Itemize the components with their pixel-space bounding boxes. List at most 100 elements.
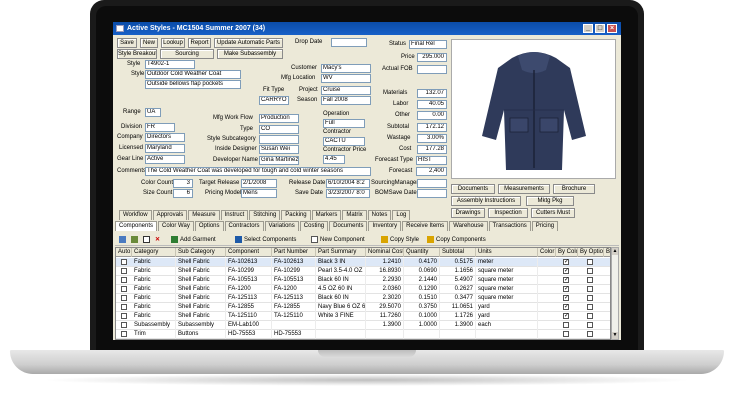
customer-field[interactable]: Macy's [321, 64, 371, 73]
cell-units[interactable]: each [476, 321, 538, 330]
tab-markers[interactable]: Markers [311, 210, 342, 220]
tab-instruct[interactable]: Instruct [220, 210, 249, 220]
tab-contractors[interactable]: Contractors [224, 221, 264, 231]
auto-checkbox[interactable] [121, 286, 127, 292]
col-by-option[interactable]: By Option [578, 248, 604, 257]
make-subassembly-button[interactable]: Make Subassembly [217, 49, 283, 59]
cell-units[interactable]: square meter [476, 285, 538, 294]
size-count-field[interactable]: 6 [173, 189, 193, 198]
col-quantity[interactable]: Quantity [404, 248, 440, 257]
by-option-checkbox[interactable] [587, 286, 593, 292]
gear-line-field[interactable]: Active [145, 155, 185, 164]
release-date-field[interactable]: 6/10/2004 8:2 [326, 179, 370, 188]
delete-icon[interactable]: ✕ [155, 235, 160, 245]
cell-sub-category[interactable]: Shell Fabric [176, 276, 226, 285]
cell-quantity[interactable]: 0.1290 [404, 285, 440, 294]
report-button[interactable]: Report [188, 38, 211, 48]
cell-component[interactable]: FA-102613 [226, 258, 272, 267]
cell-sub-category[interactable]: Shell Fabric [176, 285, 226, 294]
by-color-checkbox[interactable]: ✓ [563, 259, 569, 265]
table-row[interactable]: Fabric Shell Fabric FA-102613 FA-102613 Blac… [116, 258, 610, 267]
table-row[interactable]: Fabric Shell Fabric FA-105513 FA-105513 Blac… [116, 276, 610, 285]
auto-checkbox[interactable] [121, 295, 127, 301]
forecast-type-field[interactable]: HIST [416, 156, 447, 165]
cell-units[interactable]: yard [476, 312, 538, 321]
company-field[interactable]: Directors [145, 133, 185, 142]
cell-part-number[interactable]: TA-125110 [272, 312, 316, 321]
cost-field[interactable]: 177.28 [417, 145, 447, 154]
cell-units[interactable]: square meter [476, 276, 538, 285]
price-field[interactable]: 295.000 [417, 53, 447, 62]
cell-part-summary[interactable] [316, 321, 366, 330]
cell-part-summary[interactable]: White 3 FINE [316, 312, 366, 321]
tab-options[interactable]: Options [194, 221, 224, 231]
cell-nominal-cost[interactable]: 16.8930 [366, 267, 404, 276]
status-field[interactable]: Final Rel [409, 40, 447, 49]
cell-subtotal[interactable]: 1.1656 [440, 267, 476, 276]
mfg-work-flow-field[interactable]: Production [259, 114, 299, 123]
cell-component[interactable]: FA-12855 [226, 303, 272, 312]
cell-quantity[interactable]: 0.0690 [404, 267, 440, 276]
select-components-button[interactable]: Select Components [235, 235, 296, 245]
style-subcategory-field[interactable] [259, 135, 299, 144]
cell-nominal-cost[interactable]: 2.3020 [366, 294, 404, 303]
cell-units[interactable]: yard [476, 303, 538, 312]
cell-subtotal[interactable]: 5.4907 [440, 276, 476, 285]
scroll-down-icon[interactable]: ▼ [612, 332, 618, 339]
save-button[interactable]: Save [117, 38, 137, 48]
table-row[interactable]: Fabric Shell Fabric FA-1200 FA-1200 4.5 OZ 6… [116, 285, 610, 294]
close-button[interactable]: × [607, 24, 617, 33]
cell-category[interactable]: Subassembly [132, 321, 176, 330]
cell-units[interactable] [476, 330, 538, 339]
auto-checkbox[interactable] [121, 313, 127, 319]
cell-subtotal[interactable]: 1.1726 [440, 312, 476, 321]
cell-subtotal[interactable]: 11.0651 [440, 303, 476, 312]
cell-part-number[interactable]: HD-75553 [272, 330, 316, 339]
style-breakout-button[interactable]: Style Breakout [117, 49, 157, 59]
by-option-checkbox[interactable] [587, 313, 593, 319]
mfg-location-field[interactable]: WV [321, 74, 371, 83]
cell-nominal-cost[interactable] [366, 330, 404, 339]
new-component-button[interactable]: New Component [311, 235, 365, 245]
cell-component[interactable]: FA-125113 [226, 294, 272, 303]
by-color-checkbox[interactable]: ✓ [563, 277, 569, 283]
cell-sub-category[interactable]: Shell Fabric [176, 294, 226, 303]
auto-checkbox[interactable] [121, 277, 127, 283]
cell-nominal-cost[interactable]: 2.2930 [366, 276, 404, 285]
tab-color-way[interactable]: Color Way [158, 221, 194, 231]
by-option-checkbox[interactable] [587, 304, 593, 310]
sourcing-button[interactable]: Sourcing [160, 49, 214, 59]
color-count-field[interactable]: 3 [173, 179, 193, 188]
tab-pricing[interactable]: Pricing [531, 221, 559, 231]
pricing-model-field[interactable]: Mens [241, 189, 277, 198]
copy-components-button[interactable]: Copy Components [427, 235, 486, 245]
table-row[interactable]: Fabric Shell Fabric FA-12855 FA-12855 Navy B… [116, 303, 610, 312]
cell-category[interactable]: Fabric [132, 258, 176, 267]
cell-category[interactable]: Trim [132, 330, 176, 339]
col-color[interactable]: Color [538, 248, 556, 257]
cell-part-summary[interactable]: Black 60 IN [316, 294, 366, 303]
cell-nominal-cost[interactable]: 11.7260 [366, 312, 404, 321]
tab-costing[interactable]: Costing [299, 221, 329, 231]
copy-style-button[interactable]: Copy Style [381, 235, 419, 245]
lookup-button[interactable]: Lookup [161, 38, 185, 48]
tab-variations[interactable]: Variations [264, 221, 299, 231]
inside-designer-field[interactable]: Susan Wei [259, 145, 299, 154]
col-sub-category[interactable]: Sub Category [176, 248, 226, 257]
by-option-checkbox[interactable] [587, 268, 593, 274]
style-code-field[interactable]: T4902-1 [145, 60, 195, 69]
cell-part-summary[interactable]: Navy Blue 6 OZ 6 [316, 303, 366, 312]
table-icon[interactable] [143, 235, 152, 245]
assembly-instructions-button[interactable]: Assembly Instructions [451, 196, 521, 206]
cell-component[interactable]: TA-125110 [226, 312, 272, 321]
col-part-number[interactable]: Part Number [272, 248, 316, 257]
col-category[interactable]: Category [132, 248, 176, 257]
documents-button[interactable]: Documents [451, 184, 495, 194]
materials-field[interactable]: 132.07 [417, 89, 447, 98]
cell-component[interactable]: FA-1200 [226, 285, 272, 294]
table-row[interactable]: Fabric Shell Fabric FA-125113 FA-125113 Blac… [116, 294, 610, 303]
target-release-field[interactable]: 2/1/2008 [241, 179, 277, 188]
range-field[interactable]: UA [145, 108, 161, 117]
by-color-checkbox[interactable] [563, 331, 569, 337]
cell-nominal-cost[interactable]: 1.3900 [366, 321, 404, 330]
